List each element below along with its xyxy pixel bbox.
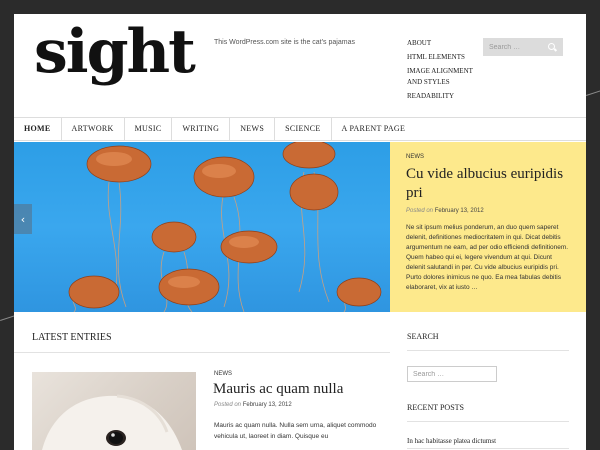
latest-divider bbox=[14, 352, 390, 353]
chevron-left-icon: ‹ bbox=[20, 212, 26, 226]
sidebar-divider-search bbox=[407, 350, 569, 351]
nav-item-writing[interactable]: Writing bbox=[172, 118, 231, 140]
slider-meta: Posted on February 13, 2012 bbox=[406, 208, 570, 214]
recent-post-divider bbox=[407, 448, 569, 449]
sidebar-search-heading: Search bbox=[407, 332, 439, 341]
recent-post-link[interactable]: In hac habitasse platea dictumst bbox=[407, 437, 496, 445]
nav-item-artwork[interactable]: Artwork bbox=[62, 118, 125, 140]
sidebar-recent-heading: Recent Posts bbox=[407, 403, 464, 412]
entry-date[interactable]: February 13, 2012 bbox=[243, 402, 292, 408]
slider-date[interactable]: February 13, 2012 bbox=[435, 208, 484, 214]
entry-posted-label: Posted on bbox=[214, 402, 242, 408]
site-title[interactable]: sight bbox=[34, 22, 196, 82]
slider-posted-label: Posted on bbox=[406, 208, 434, 214]
header-search bbox=[483, 38, 563, 56]
jellyfish-illustration bbox=[68, 142, 382, 312]
entry-excerpt: Mauris ac quam nulla. Nulla sem urna, al… bbox=[214, 422, 377, 440]
top-menu-item-html-elements[interactable]: HTML Elements bbox=[407, 52, 477, 63]
top-menu-item-readability[interactable]: Readability bbox=[407, 91, 477, 102]
entry-thumbnail-bird[interactable] bbox=[32, 372, 196, 450]
main-nav: Home Artwork Music Writing News Science … bbox=[14, 117, 586, 141]
sidebar-search-input[interactable] bbox=[407, 366, 497, 382]
slider-caption: News Cu vide albucius euripidis pri Post… bbox=[390, 142, 586, 312]
search-icon[interactable] bbox=[547, 42, 557, 52]
top-menu: About HTML Elements Image Alignment and … bbox=[407, 38, 477, 105]
slider-excerpt: Ne sit ipsum melius ponderum, an duo que… bbox=[406, 224, 569, 291]
latest-entries-heading: Latest Entries bbox=[32, 332, 112, 343]
top-menu-item-about[interactable]: About bbox=[407, 38, 477, 49]
nav-item-parent-page[interactable]: A Parent Page bbox=[332, 118, 416, 140]
page: sight This WordPress.com site is the cat… bbox=[14, 14, 586, 450]
sidebar-divider-recent bbox=[407, 421, 569, 422]
nav-item-music[interactable]: Music bbox=[125, 118, 173, 140]
header-search-input[interactable] bbox=[489, 43, 547, 51]
bird-illustration bbox=[42, 394, 182, 450]
slider-image-jellyfish[interactable] bbox=[14, 142, 390, 312]
nav-item-news[interactable]: News bbox=[230, 118, 276, 140]
entry-meta: Posted on February 13, 2012 bbox=[214, 402, 292, 408]
slider-prev-button[interactable]: ‹ bbox=[14, 204, 32, 234]
entry-title[interactable]: Mauris ac quam nulla bbox=[213, 381, 343, 398]
slider-category[interactable]: News bbox=[406, 154, 570, 160]
entry-category[interactable]: News bbox=[214, 371, 232, 377]
site-tagline: This WordPress.com site is the cat’s paj… bbox=[214, 39, 355, 46]
slider-title[interactable]: Cu vide albucius euripidis pri bbox=[406, 165, 570, 203]
top-menu-item-image-alignment[interactable]: Image Alignment and Styles bbox=[407, 66, 477, 88]
nav-item-science[interactable]: Science bbox=[275, 118, 332, 140]
nav-item-home[interactable]: Home bbox=[14, 118, 62, 140]
